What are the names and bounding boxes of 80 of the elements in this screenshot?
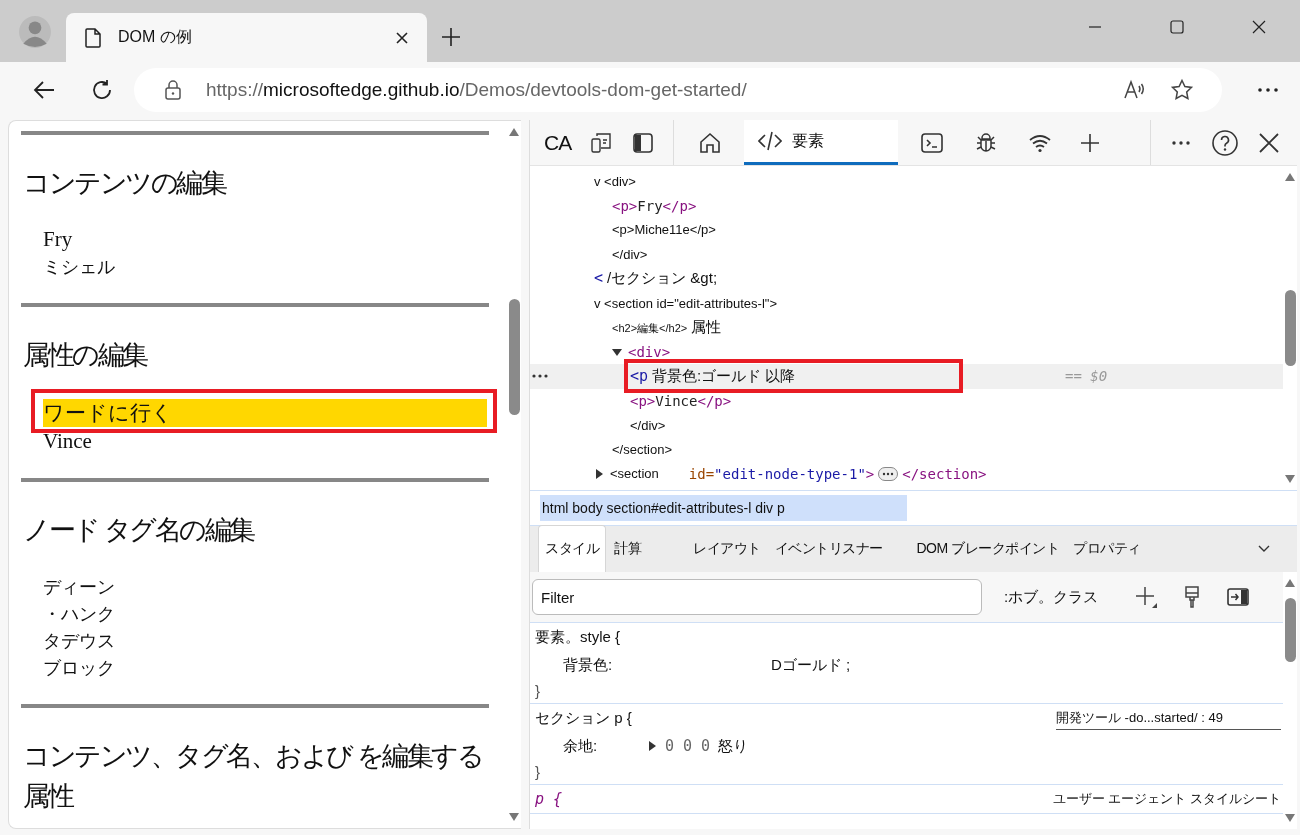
closing-brace: }: [535, 763, 541, 781]
page-icon: [84, 27, 102, 48]
expand-triangle-icon[interactable]: [612, 346, 622, 357]
list-item-text: ・ハンク: [43, 603, 115, 626]
console-icon: [920, 130, 945, 155]
dom-tree-line[interactable]: <h2>編集</h2> 属性: [530, 315, 1283, 340]
code-icon: [758, 129, 783, 153]
elements-tab[interactable]: 要素: [744, 120, 899, 165]
panel-tab[interactable]: 計算: [608, 526, 647, 572]
dom-tree-line[interactable]: <p>Miche11e</p>: [530, 217, 1283, 243]
css-selector: p {: [535, 790, 563, 808]
scroll-down-icon[interactable]: [508, 812, 520, 822]
breadcrumb[interactable]: html body section#edit-attributes-l div p: [540, 495, 907, 521]
filter-field[interactable]: Filter: [532, 579, 982, 615]
dom-tree-line[interactable]: <section id="edit-node-type-1"> </section>: [530, 461, 1283, 487]
inspect-tool[interactable]: CA: [544, 130, 572, 155]
list-item-text: Vince: [43, 429, 92, 454]
section-heading: 属性の編集: [23, 339, 148, 372]
dock-icon[interactable]: [631, 130, 656, 155]
scroll-down-icon[interactable]: [1284, 474, 1296, 484]
list-item-text: ワードに行く: [43, 399, 487, 427]
close-icon[interactable]: [1257, 130, 1281, 155]
scrollbar-thumb[interactable]: [1284, 598, 1296, 662]
dom-tree-line[interactable]: <div>: [530, 339, 1283, 365]
maximize-icon[interactable]: [1170, 20, 1184, 34]
scroll-down-icon[interactable]: [1284, 813, 1296, 823]
address-bar[interactable]: https://microsoftedge.github.io/Demos/devtools-dom-get-started/: [134, 68, 1222, 112]
panel-tab[interactable]: レイアウト: [687, 526, 767, 572]
section-heading: コンテンツの編集: [23, 167, 227, 200]
expand-triangle-icon[interactable]: [647, 741, 657, 751]
new-tab-icon[interactable]: [441, 27, 461, 47]
sidebar-toggle-icon[interactable]: [1226, 585, 1251, 609]
section-heading: コンテンツ、タグ名、および を編集する属性: [23, 740, 483, 813]
close-icon[interactable]: [395, 30, 409, 45]
css-property: 余地:: [563, 736, 599, 756]
list-item-text: ディーン: [43, 576, 115, 599]
list-item-text: Fry: [43, 227, 73, 252]
css-value-unit: 怒り: [718, 736, 749, 756]
dom-tree-line[interactable]: <p>Vince</p>: [530, 388, 1283, 413]
ellipsis-icon[interactable]: [878, 466, 899, 481]
new-rule-icon[interactable]: [1134, 585, 1159, 609]
rule-source[interactable]: 開発ツール -do...started/ : 49: [1056, 706, 1281, 730]
hov-class-button[interactable]: :ホブ。クラス: [1004, 587, 1099, 607]
css-value: Dゴールド ;: [771, 655, 851, 675]
scrollbar-thumb[interactable]: [1284, 290, 1296, 366]
panel-tab[interactable]: イベントリスナー: [768, 526, 889, 572]
css-selector: セクション p {: [535, 708, 632, 728]
list-item-text: ミシェル: [43, 256, 115, 279]
dom-tree-line[interactable]: <p>Fry</p>: [530, 193, 1283, 218]
more-icon[interactable]: [532, 374, 548, 379]
browser-tab[interactable]: DOM の例: [66, 13, 427, 62]
list-item-text: ブロック: [43, 657, 115, 680]
css-value: 0 0 0: [665, 737, 711, 755]
expand-triangle-icon[interactable]: [594, 468, 604, 479]
device-emulation-icon[interactable]: [589, 130, 614, 155]
dom-tree-line[interactable]: < /セクション &gt;: [530, 266, 1283, 291]
panel-tab[interactable]: DOM ブレークポイント: [910, 526, 1066, 572]
help-icon[interactable]: [1211, 128, 1239, 157]
home-icon: [698, 130, 723, 155]
dom-tree-line[interactable]: </section>: [530, 437, 1283, 462]
rule-source: ユーザー エージェント スタイルシート: [1052, 790, 1281, 808]
css-property: 背景色:: [563, 655, 614, 675]
css-selector: 要素。style {: [535, 627, 621, 647]
scroll-up-icon[interactable]: [1284, 172, 1296, 182]
scroll-up-icon[interactable]: [1284, 578, 1296, 588]
panel-tab[interactable]: プロパティ: [1067, 526, 1147, 572]
refresh-icon[interactable]: [90, 78, 114, 102]
dom-tree-line[interactable]: v <section id="edit-attributes-l">: [530, 290, 1283, 316]
lock-icon: [164, 80, 182, 100]
close-icon[interactable]: [1252, 20, 1266, 34]
panel-tab[interactable]: スタイル: [538, 525, 606, 572]
dom-tree-line[interactable]: </div>: [530, 412, 1283, 438]
dom-tree-line[interactable]: v <div>: [530, 169, 1283, 194]
star-icon[interactable]: [1170, 78, 1194, 102]
scroll-up-icon[interactable]: [508, 127, 520, 137]
closing-brace: }: [535, 682, 541, 700]
section-heading: ノード タグ名の編集: [23, 514, 256, 547]
scrollbar-thumb[interactable]: [508, 299, 520, 415]
list-item-text: タデウス: [43, 630, 115, 653]
dom-tree-line[interactable]: </div>: [530, 242, 1283, 267]
